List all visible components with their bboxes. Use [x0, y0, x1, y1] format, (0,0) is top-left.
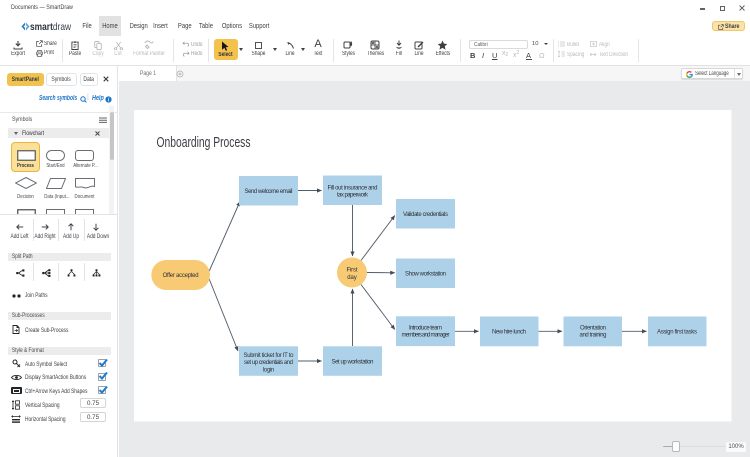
svg-text:Validate credentials: Validate credentials [403, 212, 448, 218]
svg-text:Fill out insurance and: Fill out insurance and [328, 186, 378, 192]
svg-text:Show workstation: Show workstation [405, 272, 446, 278]
svg-text:Orientation: Orientation [580, 326, 606, 332]
svg-text:Onboarding Process: Onboarding Process [157, 135, 251, 151]
svg-text:login: login [263, 367, 275, 373]
svg-text:New hire lunch: New hire lunch [492, 330, 526, 336]
svg-text:First: First [347, 268, 358, 274]
svg-text:Offer accepted: Offer accepted [163, 273, 199, 279]
svg-text:and training: and training [580, 333, 607, 339]
svg-text:set up credentials and: set up credentials and [244, 360, 293, 366]
svg-text:day: day [347, 275, 357, 281]
svg-text:Submit ticket for IT to: Submit ticket for IT to [244, 353, 295, 359]
svg-text:members and manager: members and manager [402, 333, 450, 339]
svg-text:Send welcome email: Send welcome email [245, 189, 293, 195]
svg-text:tax paperwork: tax paperwork [337, 193, 369, 199]
svg-text:Assign first tasks: Assign first tasks [657, 330, 697, 336]
svg-text:Introduce team: Introduce team [409, 326, 442, 332]
svg-text:Set up workstation: Set up workstation [332, 360, 374, 366]
